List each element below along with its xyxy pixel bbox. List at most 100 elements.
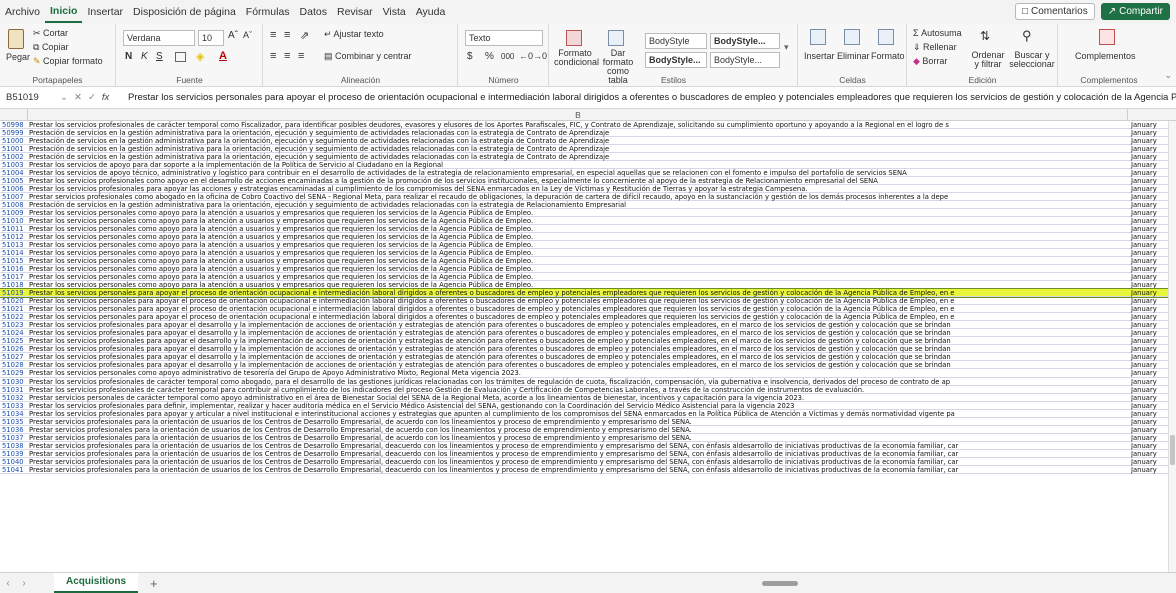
table-row[interactable]: 51029 Prestar los servicios personales co… <box>0 369 1168 378</box>
menu-item-8[interactable]: Ayuda <box>411 0 451 24</box>
cell-description[interactable]: Prestar los servicios personales como ap… <box>29 265 1128 273</box>
increase-decimal-icon[interactable]: ←0 <box>519 51 533 61</box>
font-color-icon[interactable]: A <box>219 50 227 62</box>
column-header-b[interactable]: B <box>29 109 1128 121</box>
row-number[interactable]: 51004 <box>0 169 29 177</box>
cell-description[interactable]: Prestar servicios profesionales para la … <box>29 450 1128 458</box>
fill-color-icon[interactable]: ◈ <box>196 50 204 63</box>
cell-description[interactable]: Prestar los servicios personales como ap… <box>29 233 1128 241</box>
row-number[interactable]: 51036 <box>0 426 29 434</box>
table-row[interactable]: 51022 Prestar los servicios personales pa… <box>0 313 1168 322</box>
cell-month[interactable]: January <box>1131 129 1167 137</box>
row-number[interactable]: 51027 <box>0 353 29 361</box>
cell-month[interactable]: January <box>1131 121 1167 129</box>
number-format-select[interactable]: Texto <box>465 30 543 46</box>
table-row[interactable]: 51002 Prestación de servicios en la gesti… <box>0 153 1168 162</box>
align-center-icon[interactable]: ≡ <box>284 50 290 62</box>
copy-button[interactable]: ⧉ Copiar <box>33 42 68 53</box>
table-row[interactable]: 51024 Prestar los servicios profesionales… <box>0 329 1168 338</box>
border-icon[interactable] <box>175 52 186 62</box>
cell-description[interactable]: Prestar los servicios profesionales de c… <box>29 386 1128 394</box>
style-cell-2[interactable]: BodyStyle... <box>710 33 780 49</box>
row-number[interactable]: 51031 <box>0 386 29 394</box>
table-row[interactable]: 51030 Prestar los servicios profesionales… <box>0 378 1168 386</box>
cell-description[interactable]: Prestar los servicios personales como ap… <box>29 225 1128 233</box>
menu-item-4[interactable]: Fórmulas <box>241 0 295 24</box>
table-row[interactable]: 51021 Prestar los servicios personales pa… <box>0 305 1168 314</box>
table-row[interactable]: 51012 Prestar los servicios personales c… <box>0 233 1168 242</box>
table-row[interactable]: 51003 Prestar los servicios de apoyo para… <box>0 161 1168 170</box>
select-all-corner[interactable] <box>0 109 28 121</box>
cell-month[interactable]: January <box>1131 410 1167 418</box>
row-number[interactable]: 51006 <box>0 185 29 193</box>
table-row[interactable]: 51031 Prestar los servicios profesionales… <box>0 386 1168 394</box>
table-row[interactable]: 51040 Prestar servicios profesionales par… <box>0 458 1168 466</box>
currency-button[interactable]: $ <box>467 51 473 62</box>
row-number[interactable]: 51026 <box>0 345 29 353</box>
cell-month[interactable]: January <box>1131 161 1167 169</box>
cut-button[interactable]: ✂ Cortar <box>33 28 68 39</box>
row-number[interactable]: 51038 <box>0 442 29 450</box>
align-middle-icon[interactable]: ≡ <box>284 29 290 41</box>
table-row[interactable]: 51004 Prestar los servicios de apoyo técn… <box>0 169 1168 178</box>
table-row[interactable]: 51037 Prestar servicios profesionales par… <box>0 434 1168 442</box>
cell-month[interactable]: January <box>1131 337 1167 345</box>
cell-month[interactable]: January <box>1131 273 1167 281</box>
row-number[interactable]: 51019 <box>0 289 29 297</box>
row-number[interactable]: 51001 <box>0 145 29 153</box>
row-number[interactable]: 51011 <box>0 225 29 233</box>
cell-month[interactable]: January <box>1131 418 1167 426</box>
table-row[interactable]: 51018 Prestar los servicios personales co… <box>0 281 1168 290</box>
cell-description[interactable]: Prestar los servicios personales para ap… <box>29 297 1128 305</box>
row-number[interactable]: 50999 <box>0 129 29 137</box>
row-number[interactable]: 51016 <box>0 265 29 273</box>
conditional-format-icon[interactable] <box>566 30 582 46</box>
table-row[interactable]: 50999 Prestación de servicios en la gesti… <box>0 129 1168 138</box>
cell-month[interactable]: January <box>1131 217 1167 225</box>
cell-month[interactable]: January <box>1131 426 1167 434</box>
row-number[interactable]: 51005 <box>0 177 29 185</box>
table-row[interactable]: 51026 Prestar los servicios profesionales… <box>0 345 1168 354</box>
insert-cells-label[interactable]: Insertar <box>804 51 835 61</box>
next-sheet-icon[interactable]: › <box>16 578 32 589</box>
cell-month[interactable]: January <box>1131 209 1167 217</box>
row-number[interactable]: 51028 <box>0 361 29 369</box>
comments-button[interactable]: □ Comentarios <box>1014 3 1095 20</box>
table-row[interactable]: 51014 Prestar los servicios personales c… <box>0 249 1168 258</box>
decrease-decimal-icon[interactable]: →0 <box>533 51 547 61</box>
row-number[interactable]: 51040 <box>0 458 29 466</box>
cell-month[interactable]: January <box>1131 153 1167 161</box>
merge-center-button[interactable]: ▤ Combinar y centrar <box>324 51 412 62</box>
table-row[interactable]: 51007 Prestar servicios profesionales com… <box>0 193 1168 202</box>
row-number[interactable]: 51013 <box>0 241 29 249</box>
styles-more-icon[interactable]: ▾ <box>784 42 789 53</box>
align-left-icon[interactable]: ≡ <box>270 50 276 62</box>
menu-item-5[interactable]: Datos <box>295 0 332 24</box>
format-cells-icon[interactable] <box>878 29 894 45</box>
row-number[interactable]: 51033 <box>0 402 29 410</box>
row-number[interactable]: 51024 <box>0 329 29 337</box>
table-row[interactable]: 51016 Prestar los servicios personales co… <box>0 265 1168 274</box>
paste-icon[interactable] <box>8 29 24 49</box>
cell-month[interactable]: January <box>1131 442 1167 450</box>
table-row[interactable]: 51025 Prestar los servicios profesionales… <box>0 337 1168 346</box>
row-number[interactable]: 51025 <box>0 337 29 345</box>
cell-description[interactable]: Prestación de servicios en la gestión ad… <box>29 153 1128 161</box>
cell-month[interactable]: January <box>1131 353 1167 361</box>
cell-month[interactable]: January <box>1131 297 1167 305</box>
table-row[interactable]: 51001 Prestación de servicios en la gesti… <box>0 145 1168 154</box>
row-number[interactable]: 51030 <box>0 378 29 386</box>
cell-description[interactable]: Prestar servicios profesionales para la … <box>29 418 1128 426</box>
cell-month[interactable]: January <box>1131 177 1167 185</box>
table-row[interactable]: 51035 Prestar servicios profesionales par… <box>0 418 1168 426</box>
cell-month[interactable]: January <box>1131 361 1167 369</box>
cell-description[interactable]: Prestación de servicios en la gestión ad… <box>29 145 1128 153</box>
row-number[interactable]: 51000 <box>0 137 29 145</box>
table-row[interactable]: 51013 Prestar los servicios personales c… <box>0 241 1168 250</box>
addins-label[interactable]: Complementos <box>1075 51 1136 61</box>
menu-item-3[interactable]: Disposición de página <box>128 0 241 24</box>
table-row[interactable]: 51008 Prestación de servicios en la gesti… <box>0 201 1168 210</box>
row-number[interactable]: 51021 <box>0 305 29 313</box>
cell-month[interactable]: January <box>1131 313 1167 321</box>
table-row[interactable]: 51023 Prestar los servicios profesionales… <box>0 321 1168 330</box>
